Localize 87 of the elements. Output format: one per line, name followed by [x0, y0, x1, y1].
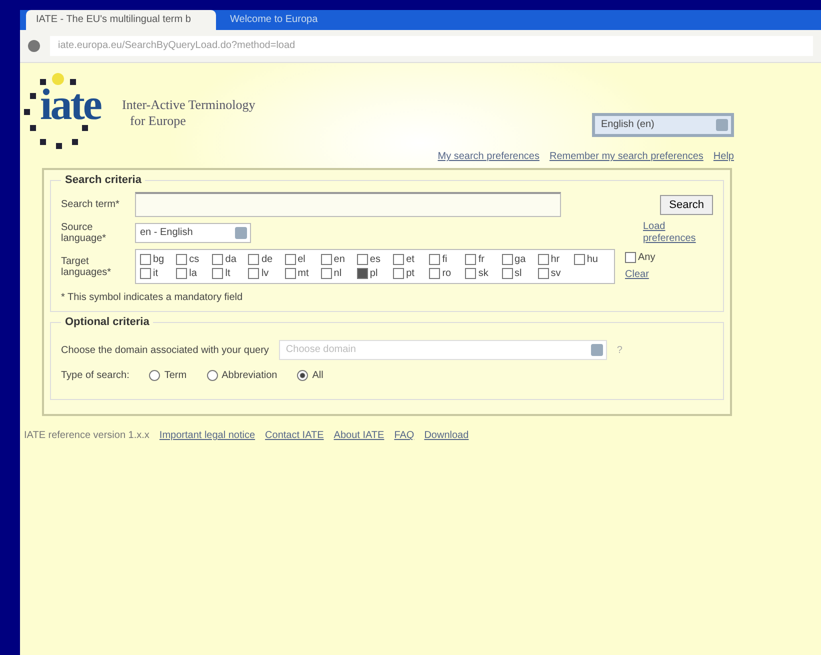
footer-link[interactable]: FAQ: [394, 430, 414, 441]
header-link[interactable]: Help: [713, 151, 734, 162]
header-link[interactable]: Remember my search preferences: [549, 151, 704, 162]
logo-wordmark: iate: [40, 83, 100, 127]
language-code: ro: [442, 268, 452, 279]
footer-link[interactable]: Contact IATE: [265, 430, 324, 441]
language-code: cs: [189, 254, 200, 265]
language-code: da: [225, 254, 236, 265]
checkbox[interactable]: [502, 268, 513, 279]
checkbox[interactable]: [429, 254, 440, 265]
language-code: it: [153, 268, 158, 279]
language-code: hu: [586, 254, 598, 265]
language-code: de: [261, 254, 273, 265]
address-field[interactable]: iate.europa.eu/SearchByQueryLoad.do?method=load: [50, 36, 813, 56]
header-link[interactable]: My search preferences: [438, 151, 540, 162]
radio-button[interactable]: [297, 370, 308, 381]
field-label: Type of search:: [61, 370, 130, 381]
checkbox[interactable]: [574, 254, 585, 265]
language-code: nl: [334, 268, 342, 279]
field-label: Source language*: [61, 222, 108, 244]
field-label: Target languages*: [61, 256, 112, 278]
language-code: fi: [442, 254, 448, 265]
checkbox[interactable]: [320, 268, 332, 279]
checkbox[interactable]: [356, 254, 368, 265]
source-language-select[interactable]: en - English: [135, 223, 251, 243]
language-code: pt: [406, 268, 414, 279]
checkbox[interactable]: [140, 268, 151, 279]
checkbox[interactable]: [625, 252, 636, 263]
checkbox[interactable]: [248, 254, 260, 265]
checkbox[interactable]: [502, 254, 513, 265]
language-code: la: [189, 268, 197, 279]
checkbox[interactable]: [356, 268, 368, 279]
language-code: mt: [298, 268, 309, 279]
search-term-field[interactable]: [135, 192, 561, 217]
checkbox[interactable]: [320, 254, 332, 265]
language-code: lt: [225, 268, 230, 279]
footer-link[interactable]: About IATE: [334, 430, 384, 441]
browser-tab[interactable]: Welcome to Europa: [220, 10, 410, 30]
language-select[interactable]: English (en): [592, 113, 734, 137]
language-code: fr: [478, 254, 484, 265]
checkbox[interactable]: [284, 268, 296, 279]
checkbox[interactable]: [284, 254, 296, 265]
radio-button[interactable]: [149, 370, 160, 381]
language-code: en: [334, 254, 345, 265]
footer-link[interactable]: Download: [424, 430, 469, 441]
tagline-text: for Europe: [129, 113, 187, 129]
field-label: Search term*: [61, 199, 120, 210]
language-code: ga: [514, 254, 526, 265]
checkbox[interactable]: [465, 268, 476, 279]
field-label: Choose the domain associated with your query: [61, 344, 269, 356]
radio-label: Abbreviation: [222, 370, 278, 381]
language-code: lv: [261, 268, 269, 279]
radio-label: Term: [164, 370, 187, 381]
checkbox[interactable]: [538, 268, 549, 279]
checkbox[interactable]: [429, 268, 440, 279]
mandatory-note: * This symbol indicates a mandatory field: [61, 292, 244, 303]
radio-button[interactable]: [206, 370, 218, 381]
version-text: IATE reference version 1.x.x: [24, 430, 150, 441]
language-code: el: [298, 254, 306, 265]
language-code: es: [370, 254, 380, 265]
language-code: bg: [153, 254, 164, 265]
checkbox[interactable]: [212, 268, 224, 279]
clear-link[interactable]: Clear: [625, 269, 695, 281]
checkbox[interactable]: [248, 268, 260, 279]
checkbox[interactable]: [140, 254, 151, 265]
checkbox[interactable]: [538, 254, 549, 265]
checkbox[interactable]: [393, 254, 404, 265]
checkbox-label: Any: [638, 252, 656, 263]
language-code: sv: [550, 268, 561, 279]
checkbox[interactable]: [176, 268, 188, 279]
language-code: et: [406, 254, 414, 265]
checkbox[interactable]: [393, 268, 404, 279]
radio-label: All: [312, 370, 324, 381]
footer-link[interactable]: Important legal notice: [159, 430, 256, 441]
load-preferences-link[interactable]: Load preferences: [643, 221, 713, 245]
checkbox[interactable]: [465, 254, 476, 265]
language-code: sk: [478, 268, 488, 279]
group-legend: Optional criteria: [61, 316, 154, 328]
checkbox[interactable]: [212, 254, 224, 265]
group-legend: Search criteria: [61, 174, 146, 186]
browser-tab[interactable]: IATE - The EU's multilingual term b: [26, 10, 216, 30]
tagline-text: Inter-Active Terminology: [122, 97, 256, 113]
search-button[interactable]: Search: [660, 194, 713, 214]
language-code: sl: [514, 268, 522, 279]
checkbox[interactable]: [176, 254, 188, 265]
language-code: pl: [370, 268, 378, 279]
language-code: hr: [550, 254, 560, 265]
